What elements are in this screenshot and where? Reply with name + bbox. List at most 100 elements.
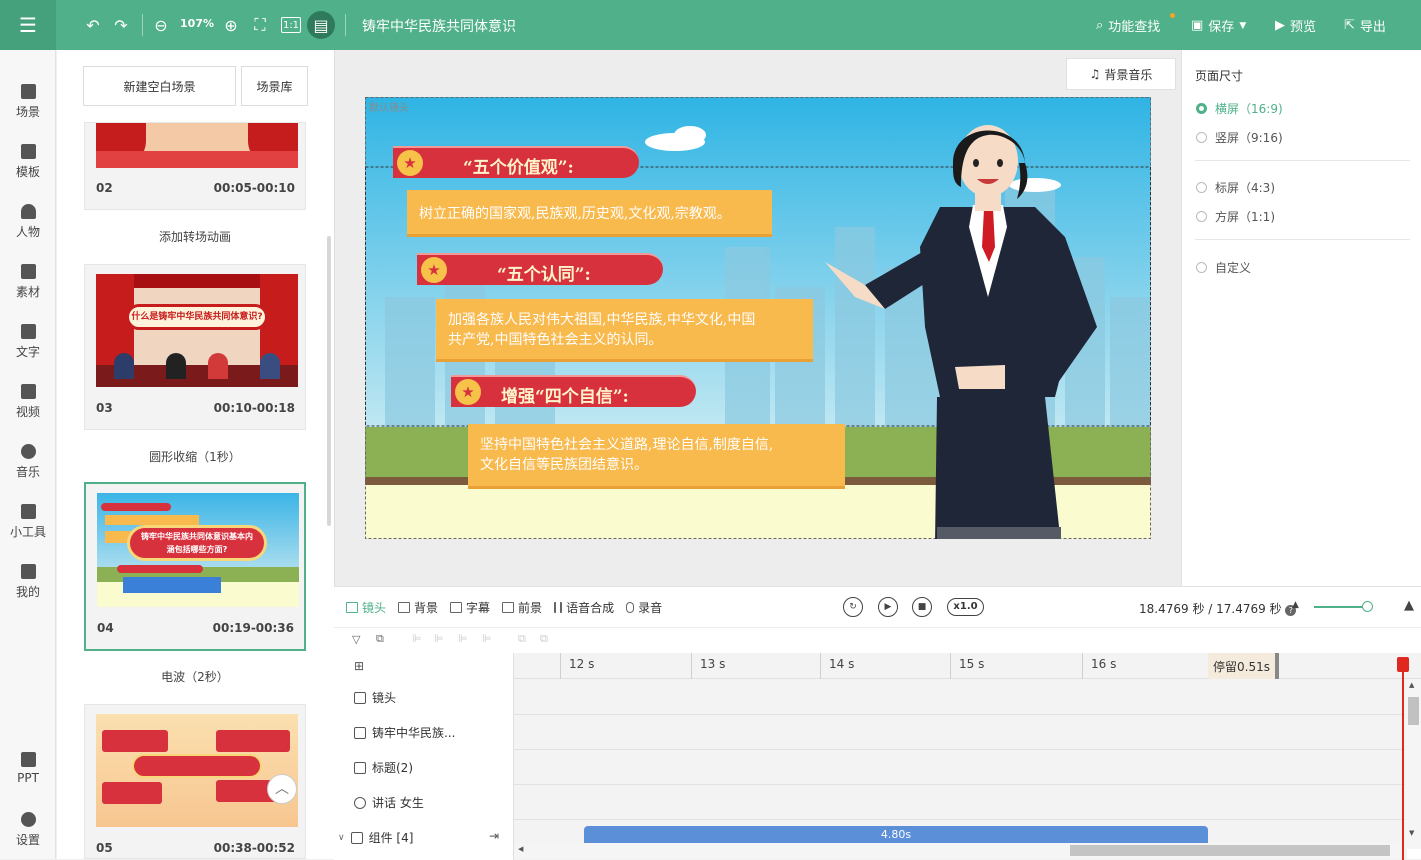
actual-size-icon[interactable]: 1:1 [281,17,301,33]
scene-card-selected[interactable]: 铸牢中华民族共同体意识基本内涵包括哪些方面? 04 00:19-00:36 [84,482,306,651]
align-right-icon[interactable]: ⊫ [458,632,468,645]
track-label-speaker[interactable]: 讲话 女生 [354,794,424,811]
pause-handle[interactable] [1275,653,1279,679]
tab-label: 录音 [638,600,663,615]
export-button[interactable]: ⇱ 导出 [1344,16,1386,35]
play-icon[interactable]: ▶ [878,597,898,617]
group-icon[interactable]: ⧉ [376,632,384,646]
heading-banner-2[interactable]: ★ “五个认同”: [417,253,663,285]
scroll-up-icon[interactable]: ︿ [267,774,297,804]
playback-speed-button[interactable]: x1.0 [947,598,984,616]
track-label-group[interactable]: ∨ 组件 [4] [338,829,413,846]
track-vertical-scrollbar[interactable]: ▲ ▼ [1405,679,1421,849]
track-horizontal-scrollbar[interactable]: ◀ [514,843,1405,858]
preview-button[interactable]: ▶ 预览 [1275,16,1316,35]
project-title[interactable]: 铸牢中华民族共同体意识 [362,16,516,36]
scroll-down-arrow-icon[interactable]: ▼ [1409,829,1414,837]
distribute-icon[interactable]: ⊫ [482,632,492,645]
sidebar-item-video[interactable]: 视频 [0,384,56,420]
template-icon [20,144,36,159]
radio-icon [1196,182,1207,193]
replay-icon[interactable]: ↻ [843,597,863,617]
scroll-up-arrow-icon[interactable]: ▲ [1409,681,1414,689]
sidebar-item-person[interactable]: 人物 [0,204,56,240]
time-ruler[interactable]: 12 s 13 s 14 s 15 s 16 s 停留0.51s [514,653,1421,679]
clapper-icon[interactable]: ▤ [307,11,335,39]
radio-icon [1196,132,1207,143]
radio-landscape-16-9[interactable]: 横屏（16:9) [1196,100,1283,117]
thumb-title-banner [132,754,262,778]
transition-label[interactable]: 添加转场动画 [84,228,306,245]
new-blank-scene-button[interactable]: 新建空白场景 [83,66,236,106]
track-area[interactable]: 4.80s [514,679,1407,860]
radio-portrait-9-16[interactable]: 竖屏（9:16) [1196,129,1283,146]
tab-foreground[interactable]: 前景 [502,599,542,616]
sidebar-item-text[interactable]: 文字 [0,324,56,360]
sidebar-item-toolbox[interactable]: 小工具 [0,504,56,540]
tab-subtitle[interactable]: 字幕 [450,599,490,616]
sidebar-item-settings[interactable]: 设置 [0,812,56,848]
undo-icon[interactable]: ↶ [82,14,104,36]
sidebar-item-scene[interactable]: 场景 [0,84,56,120]
tab-voice-synthesis[interactable]: 语音合成 [554,599,614,616]
scene-card[interactable]: 02 00:05-00:10 [84,122,306,210]
sidebar-item-mine[interactable]: 我的 [0,564,56,600]
pause-marker[interactable]: 停留0.51s [1208,653,1278,679]
save-icon: ▣ [1191,18,1204,33]
radio-custom[interactable]: 自定义 [1196,259,1251,276]
stop-icon[interactable]: ■ [912,597,932,617]
save-button[interactable]: ▣ 保存 ▼ [1191,16,1246,35]
scene-card[interactable]: 什么是铸牢中华民族共同体意识? 03 00:10-00:18 [84,264,306,430]
tab-recording[interactable]: 录音 [626,599,662,616]
align-left-icon[interactable]: ⊫ [412,632,422,645]
text-box-1[interactable]: 树立正确的国家观,民族观,历史观,文化观,宗教观。 [407,190,772,237]
sidebar-item-ppt[interactable]: PPT [0,752,56,785]
sidebar-item-music[interactable]: 音乐 [0,444,56,480]
redo-icon[interactable]: ↷ [110,14,132,36]
radio-square-1-1[interactable]: 方屏（1:1) [1196,208,1275,225]
stagger-icon[interactable]: ⧉ [518,632,526,646]
radio-standard-4-3[interactable]: 标屏（4:3) [1196,179,1275,196]
zoom-out-icon[interactable]: ⊖ [152,14,170,36]
vertical-scroll-thumb[interactable] [1408,697,1419,725]
tab-camera[interactable]: 镜头 [346,599,386,616]
align-center-icon[interactable]: ⊫ [434,632,444,645]
playhead-handle[interactable] [1397,657,1409,672]
tab-background[interactable]: 背景 [398,599,438,616]
feature-search-button[interactable]: ⌕ 功能查找 [1096,16,1160,35]
transition-label[interactable]: 圆形收缩（1秒） [84,448,306,465]
transition-label[interactable]: 电波（2秒） [84,668,306,685]
filter-icon[interactable]: ▽ [352,633,360,646]
horizontal-scroll-thumb[interactable] [1070,845,1390,856]
slider-handle[interactable] [1362,601,1373,612]
scene-thumbnail [96,714,298,827]
zoom-in-icon[interactable]: ⊕ [222,14,240,36]
track-label-camera[interactable]: 镜头 [354,689,396,706]
fullscreen-icon[interactable]: ⛶ [250,14,270,36]
scene-library-button[interactable]: 场景库 [241,66,308,106]
scene-panel-scrollbar[interactable] [327,236,331,526]
hamburger-menu-icon[interactable]: ☰ [0,0,56,50]
scene-thumbnail [96,123,298,168]
zoom-out-mountain-icon[interactable]: ▲ [1292,600,1299,610]
sidebar-item-template[interactable]: 模板 [0,144,56,180]
ungroup-icon[interactable]: ⧉ [540,632,548,646]
background-music-button[interactable]: ♫ 背景音乐 [1066,58,1176,90]
heading-banner-1[interactable]: ★ “五个价值观”: [393,146,639,178]
track-label-text[interactable]: 铸牢中华民族... [354,724,455,741]
scroll-left-arrow-icon[interactable]: ◀ [518,845,523,853]
group-clip[interactable]: 4.80s [584,826,1208,844]
timeline-zoom-slider[interactable] [1314,606,1368,608]
layers-icon[interactable]: ⊞ [354,659,364,673]
zoom-in-mountain-icon[interactable]: ▲ [1404,598,1414,613]
enter-group-icon[interactable]: ⇥ [489,829,499,843]
track-label-title[interactable]: 标题(2) [354,759,413,776]
text-box-3[interactable]: 坚持中国特色社会主义道路,理论自信,制度自信, 文化自信等民族团结意识。 [468,424,845,489]
sidebar-item-material[interactable]: 素材 [0,264,56,300]
track-divider [514,749,1407,750]
left-sidebar: 场景 模板 人物 素材 文字 视频 音乐 小工具 我的 PPT 设置 [0,50,56,859]
heading-banner-3[interactable]: ★ 增强“四个自信”: [451,375,696,407]
text-box-2[interactable]: 加强各族人民对伟大祖国,中华民族,中华文化,中国 共产党,中国特色社会主义的认同… [436,299,813,362]
stage-canvas[interactable]: 默认镜头 ★ “五个价值观”: 树立正确的国家观,民族观,历史观,文化观,宗教观… [365,97,1151,539]
playhead[interactable] [1402,657,1404,860]
